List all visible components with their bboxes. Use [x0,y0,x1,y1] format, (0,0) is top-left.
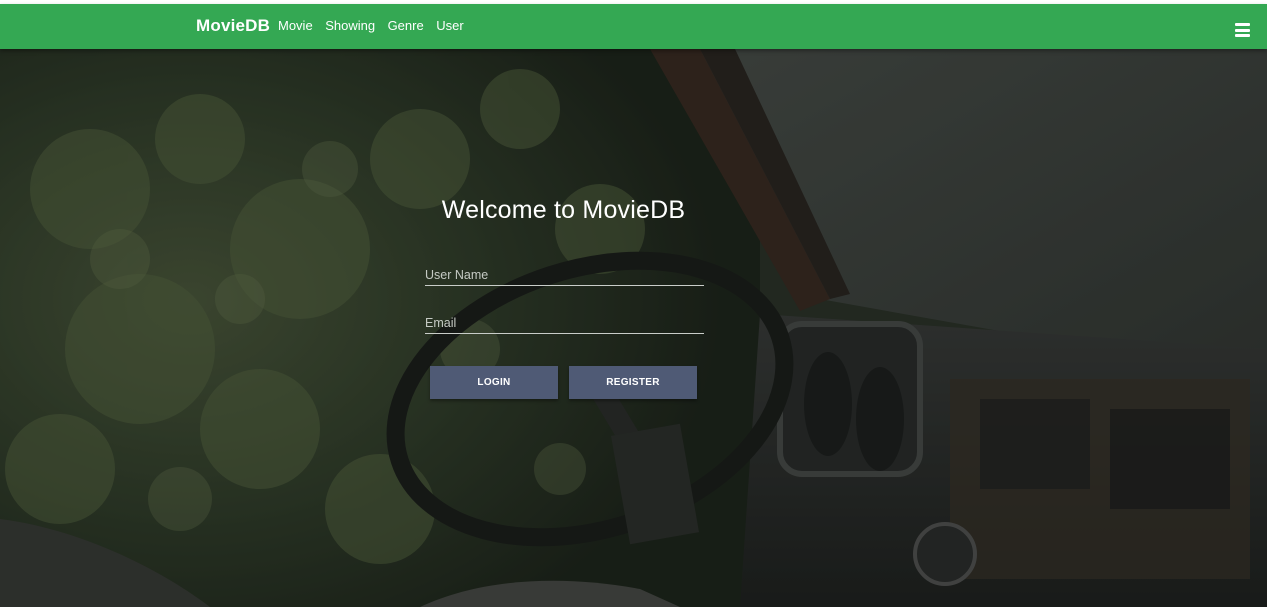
welcome-title: Welcome to MovieDB [441,196,686,224]
nav-link-movie[interactable]: Movie [278,18,313,33]
page: MovieDB Movie Showing Genre User Welcome… [0,0,1267,607]
username-input[interactable] [425,264,704,286]
nav-link-user[interactable]: User [436,18,463,33]
hamburger-menu-icon[interactable] [1235,23,1250,37]
email-field [425,312,704,334]
nav-link-showing[interactable]: Showing [325,18,375,33]
login-button[interactable]: LOGIN [430,366,558,399]
username-field [425,264,704,286]
email-input[interactable] [425,312,704,334]
nav-link-genre[interactable]: Genre [388,18,424,33]
brand-logo[interactable]: MovieDB [196,16,270,36]
register-button[interactable]: REGISTER [569,366,697,399]
nav-links: Movie Showing Genre User [278,18,476,33]
navbar: MovieDB Movie Showing Genre User [0,4,1267,49]
